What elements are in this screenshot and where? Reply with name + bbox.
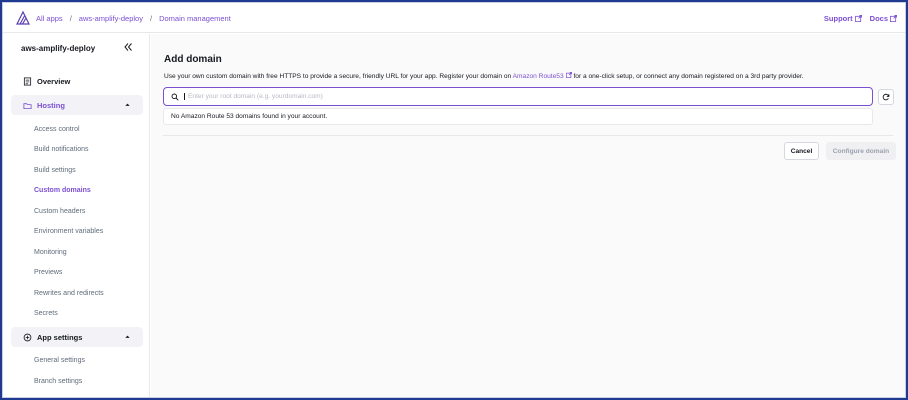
- breadcrumb-app[interactable]: aws-amplify-deploy: [79, 14, 143, 23]
- breadcrumb-separator: /: [149, 13, 153, 23]
- external-link-icon: [890, 14, 897, 22]
- sidebar-item-monitoring[interactable]: Monitoring: [34, 249, 67, 256]
- divider: [163, 135, 893, 136]
- cancel-button[interactable]: Cancel: [784, 142, 819, 160]
- sidebar-item-rewrites-and-redirects[interactable]: Rewrites and redirects: [34, 290, 104, 297]
- domain-suggestions-dropdown: No Amazon Route 53 domains found in your…: [163, 108, 873, 125]
- sidebar-item-build-settings[interactable]: Build settings: [34, 167, 76, 174]
- sidebar-item-custom-domains[interactable]: Custom domains: [34, 187, 91, 194]
- breadcrumb-all-apps[interactable]: All apps: [36, 14, 63, 23]
- route53-link-label: Amazon Route53: [512, 73, 564, 80]
- sidebar-group-label: Hosting: [37, 100, 65, 110]
- route53-link[interactable]: Amazon Route53: [512, 72, 572, 80]
- top-links: Support Docs: [816, 3, 897, 33]
- sidebar-item-custom-headers[interactable]: Custom headers: [34, 208, 85, 215]
- page-title: Add domain: [164, 54, 222, 65]
- docs-link-label: Docs: [869, 13, 888, 23]
- sidebar-item-general-settings[interactable]: General settings: [34, 357, 85, 364]
- app-window: All apps / aws-amplify-deploy / Domain m…: [2, 2, 906, 398]
- main-content: Add domain Use your own custom domain wi…: [151, 34, 905, 397]
- sidebar-item-overview[interactable]: Overview: [11, 71, 143, 91]
- sidebar-item-previews[interactable]: Previews: [34, 269, 62, 276]
- sidebar-group-label: App settings: [37, 332, 83, 342]
- configure-domain-button[interactable]: Configure domain: [826, 142, 896, 160]
- overview-icon: [23, 76, 32, 86]
- description-text: Use your own custom domain with free HTT…: [164, 73, 513, 80]
- sidebar-item-build-notifications[interactable]: Build notifications: [34, 146, 88, 153]
- breadcrumb-separator: /: [69, 13, 72, 23]
- support-link-label: Support: [823, 13, 853, 23]
- no-domains-message: No Amazon Route 53 domains found in your…: [171, 113, 328, 120]
- domain-search-field[interactable]: [163, 87, 873, 106]
- sidebar-item-label: Overview: [37, 76, 71, 86]
- sidebar-app-name: aws-amplify-deploy: [21, 44, 96, 53]
- sidebar-item-secrets[interactable]: Secrets: [34, 310, 58, 317]
- breadcrumb-domain-management[interactable]: Domain management: [159, 14, 231, 23]
- sidebar-item-branch-settings[interactable]: Branch settings: [34, 378, 82, 385]
- sidebar-group-hosting[interactable]: Hosting: [11, 95, 143, 115]
- breadcrumb: All apps / aws-amplify-deploy / Domain m…: [36, 3, 231, 33]
- external-link-icon: [854, 14, 862, 22]
- hosting-icon: [23, 102, 32, 109]
- sidebar-item-access-control[interactable]: Access control: [34, 126, 80, 133]
- chevron-up-icon: [125, 335, 130, 338]
- amplify-logo-icon[interactable]: [15, 10, 31, 26]
- search-icon: [171, 93, 179, 101]
- top-bar: All apps / aws-amplify-deploy / Domain m…: [3, 3, 905, 33]
- app-settings-icon: [23, 333, 32, 341]
- description-text: for a one-click setup, or connect any do…: [571, 73, 804, 80]
- refresh-button[interactable]: [878, 89, 894, 105]
- sidebar-group-app-settings[interactable]: App settings: [11, 327, 143, 347]
- domain-search-input[interactable]: [184, 93, 784, 100]
- docs-link[interactable]: Docs: [870, 14, 897, 23]
- support-link[interactable]: Support: [824, 14, 862, 23]
- sidebar-item-environment-variables[interactable]: Environment variables: [34, 228, 103, 235]
- refresh-icon: [882, 93, 890, 101]
- page-description: Use your own custom domain with free HTT…: [164, 72, 804, 80]
- chevron-up-icon: [125, 103, 130, 106]
- collapse-sidebar-icon[interactable]: [123, 42, 135, 54]
- sidebar: aws-amplify-deploy Overview Hosting Acce…: [3, 34, 150, 397]
